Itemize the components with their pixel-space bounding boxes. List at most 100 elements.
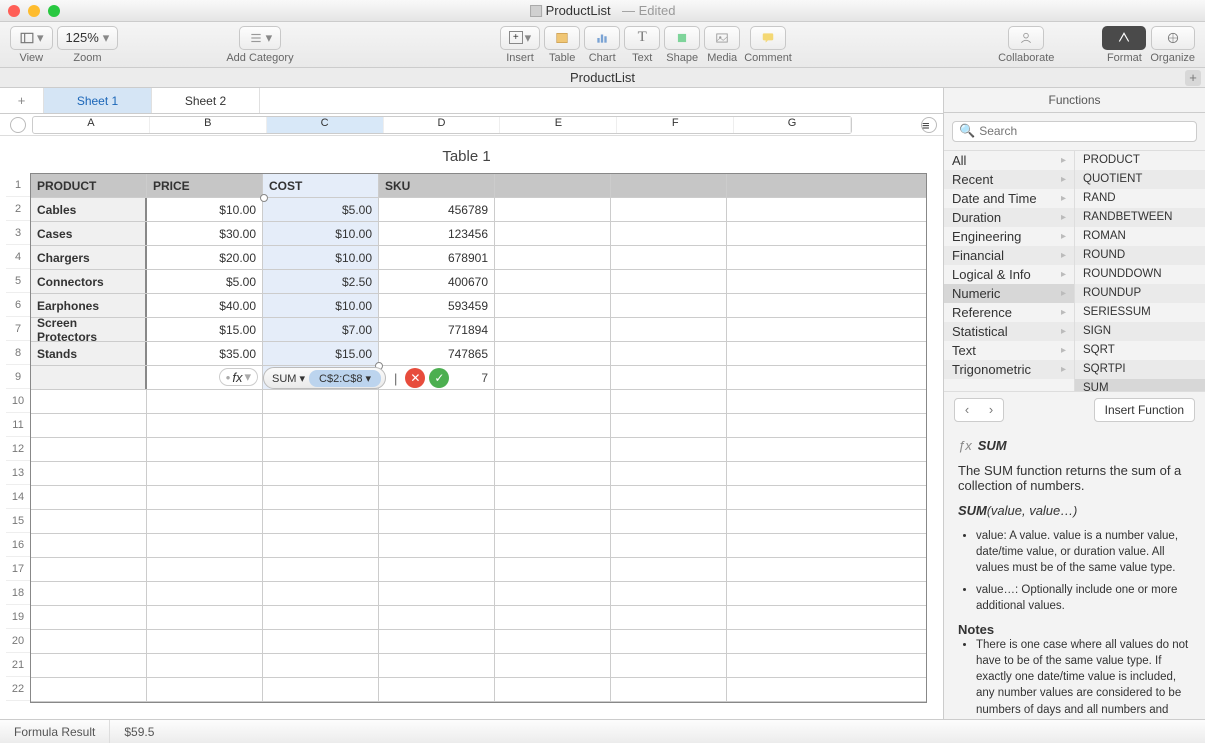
fn-category-logical-&-info[interactable]: Logical & Info▸ bbox=[944, 265, 1074, 284]
fn-name-roman[interactable]: ROMAN bbox=[1075, 227, 1205, 246]
cell-e-14[interactable] bbox=[495, 486, 611, 509]
cell-b-20[interactable] bbox=[147, 630, 263, 653]
formula-accept-button[interactable]: ✓ bbox=[429, 368, 449, 388]
cell-g-3[interactable] bbox=[727, 222, 843, 245]
text-button[interactable]: T bbox=[624, 26, 660, 50]
cell-f-4[interactable] bbox=[611, 246, 727, 269]
cell-b-16[interactable] bbox=[147, 534, 263, 557]
cell-g-13[interactable] bbox=[727, 462, 843, 485]
cell-f-19[interactable] bbox=[611, 606, 727, 629]
fn-category-date-and-time[interactable]: Date and Time▸ bbox=[944, 189, 1074, 208]
cell-e-18[interactable] bbox=[495, 582, 611, 605]
fn-category-text[interactable]: Text▸ bbox=[944, 341, 1074, 360]
new-sheet-button[interactable]: + bbox=[0, 88, 44, 113]
cell-f-7[interactable] bbox=[611, 318, 727, 341]
cell-a-3[interactable]: Cases bbox=[31, 222, 147, 245]
fn-back-button[interactable]: ‹ bbox=[955, 399, 979, 421]
fn-category-all[interactable]: All▸ bbox=[944, 151, 1074, 170]
fn-name-sqrt[interactable]: SQRT bbox=[1075, 341, 1205, 360]
fn-name-roundup[interactable]: ROUNDUP bbox=[1075, 284, 1205, 303]
cell-g-19[interactable] bbox=[727, 606, 843, 629]
cell-d-17[interactable] bbox=[379, 558, 495, 581]
cell-c-18[interactable] bbox=[263, 582, 379, 605]
cell-a-21[interactable] bbox=[31, 654, 147, 677]
fx-indicator[interactable]: • fx ▾ bbox=[219, 368, 258, 386]
cell-f-18[interactable] bbox=[611, 582, 727, 605]
cell-a-15[interactable] bbox=[31, 510, 147, 533]
cell-a-12[interactable] bbox=[31, 438, 147, 461]
cell-c-3[interactable]: $10.00 bbox=[263, 222, 379, 245]
cell-d-4[interactable]: 678901 bbox=[379, 246, 495, 269]
cell-a-6[interactable]: Earphones bbox=[31, 294, 147, 317]
col-header-C[interactable]: C bbox=[267, 117, 384, 133]
fn-category-financial[interactable]: Financial▸ bbox=[944, 246, 1074, 265]
row-header-7[interactable]: 7 bbox=[6, 317, 30, 341]
header-g[interactable] bbox=[727, 174, 843, 197]
cell-g-14[interactable] bbox=[727, 486, 843, 509]
function-search[interactable]: 🔍 bbox=[952, 121, 1197, 142]
fn-category-numeric[interactable]: Numeric▸ bbox=[944, 284, 1074, 303]
cell-d-20[interactable] bbox=[379, 630, 495, 653]
cell-d-18[interactable] bbox=[379, 582, 495, 605]
cell-g-16[interactable] bbox=[727, 534, 843, 557]
cell-g-17[interactable] bbox=[727, 558, 843, 581]
cell-b-6[interactable]: $40.00 bbox=[147, 294, 263, 317]
cell-a-7[interactable]: Screen Protectors bbox=[31, 318, 147, 341]
cell-d-8[interactable]: 747865 bbox=[379, 342, 495, 365]
cell-c-5[interactable]: $2.50 bbox=[263, 270, 379, 293]
row-header-6[interactable]: 6 bbox=[6, 293, 30, 317]
row-header-22[interactable]: 22 bbox=[6, 677, 30, 701]
row-header-2[interactable]: 2 bbox=[6, 197, 30, 221]
cell-d-3[interactable]: 123456 bbox=[379, 222, 495, 245]
header-sku[interactable]: SKU bbox=[379, 174, 495, 197]
fn-name-sum[interactable]: SUM bbox=[1075, 379, 1205, 391]
fn-name-quotient[interactable]: QUOTIENT bbox=[1075, 170, 1205, 189]
cell-b-8[interactable]: $35.00 bbox=[147, 342, 263, 365]
cell-d-16[interactable] bbox=[379, 534, 495, 557]
cell-e-17[interactable] bbox=[495, 558, 611, 581]
cell-e-19[interactable] bbox=[495, 606, 611, 629]
cell-a-20[interactable] bbox=[31, 630, 147, 653]
cell-c-13[interactable] bbox=[263, 462, 379, 485]
header-cost[interactable]: COST bbox=[263, 174, 379, 197]
cell-e-12[interactable] bbox=[495, 438, 611, 461]
cell-b-17[interactable] bbox=[147, 558, 263, 581]
cell-e-20[interactable] bbox=[495, 630, 611, 653]
cell-b-3[interactable]: $30.00 bbox=[147, 222, 263, 245]
cell-e-10[interactable] bbox=[495, 390, 611, 413]
cell-b-2[interactable]: $10.00 bbox=[147, 198, 263, 221]
cell-c-12[interactable] bbox=[263, 438, 379, 461]
cell-f-13[interactable] bbox=[611, 462, 727, 485]
cell-a-19[interactable] bbox=[31, 606, 147, 629]
cell-g-7[interactable] bbox=[727, 318, 843, 341]
fn-category-duration[interactable]: Duration▸ bbox=[944, 208, 1074, 227]
cell-e-16[interactable] bbox=[495, 534, 611, 557]
cell-e-8[interactable] bbox=[495, 342, 611, 365]
cell-d-14[interactable] bbox=[379, 486, 495, 509]
cell-c-7[interactable]: $7.00 bbox=[263, 318, 379, 341]
cell-e-22[interactable] bbox=[495, 678, 611, 701]
cell-a-4[interactable]: Chargers bbox=[31, 246, 147, 269]
row-header-13[interactable]: 13 bbox=[6, 461, 30, 485]
comment-button[interactable] bbox=[750, 26, 786, 50]
cell-f-11[interactable] bbox=[611, 414, 727, 437]
cell-e-3[interactable] bbox=[495, 222, 611, 245]
cell-b-12[interactable] bbox=[147, 438, 263, 461]
cell-e-21[interactable] bbox=[495, 654, 611, 677]
format-button[interactable] bbox=[1102, 26, 1146, 50]
cell-f-12[interactable] bbox=[611, 438, 727, 461]
insert-function-button[interactable]: Insert Function bbox=[1094, 398, 1195, 422]
header-product[interactable]: PRODUCT bbox=[31, 174, 147, 197]
cell-d-12[interactable] bbox=[379, 438, 495, 461]
cell-b-11[interactable] bbox=[147, 414, 263, 437]
cell-d-5[interactable]: 400670 bbox=[379, 270, 495, 293]
cell-e-5[interactable] bbox=[495, 270, 611, 293]
cell-g-22[interactable] bbox=[727, 678, 843, 701]
cell-b-7[interactable]: $15.00 bbox=[147, 318, 263, 341]
collaborate-button[interactable] bbox=[1008, 26, 1044, 50]
cell-f-17[interactable] bbox=[611, 558, 727, 581]
cell-g-12[interactable] bbox=[727, 438, 843, 461]
close-window[interactable] bbox=[8, 5, 20, 17]
cell-c-17[interactable] bbox=[263, 558, 379, 581]
cell-f-20[interactable] bbox=[611, 630, 727, 653]
